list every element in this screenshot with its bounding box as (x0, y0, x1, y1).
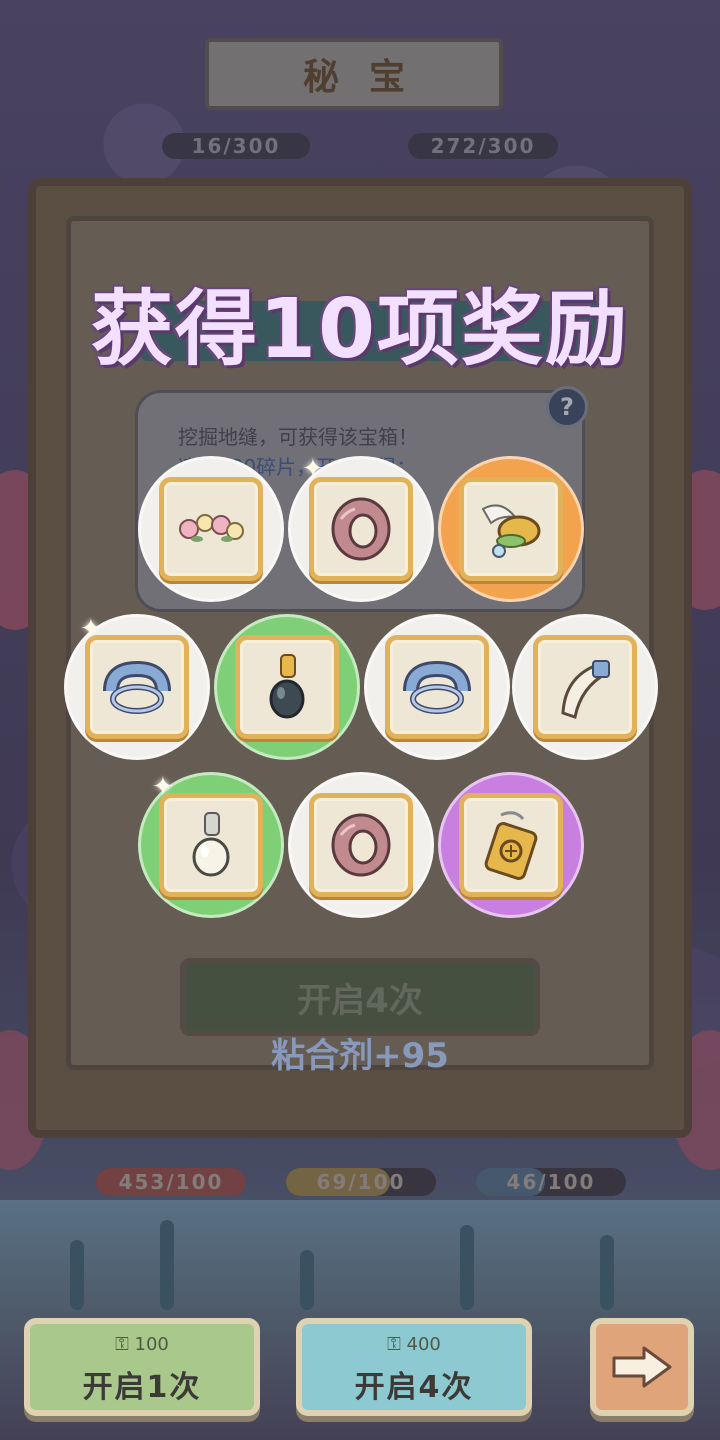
open-four-cost: ⚿ 400 (302, 1334, 526, 1355)
pink-ring-icon (331, 813, 391, 877)
cost-value: 100 (134, 1334, 169, 1355)
white-pearl-pendant-icon (192, 812, 230, 877)
reward-item[interactable] (438, 772, 584, 918)
pink-ring-icon (331, 497, 391, 561)
reward-item[interactable] (138, 456, 284, 602)
reward-card (533, 635, 637, 739)
reward-card (159, 477, 263, 581)
gold-amulet-icon (484, 811, 538, 880)
reward-title: 获得10项奖励 (90, 282, 630, 377)
next-button[interactable] (590, 1318, 694, 1416)
reward-item[interactable] (288, 772, 434, 918)
sparkle-icon: ✦ (80, 614, 102, 644)
blue-bracelet-icon (403, 660, 471, 714)
reward-item[interactable] (512, 614, 658, 760)
reward-card (309, 793, 413, 897)
cost-value: 400 (406, 1334, 441, 1355)
key-icon: ⚿ (115, 1334, 129, 1355)
reward-card (159, 793, 263, 897)
reward-card (85, 635, 189, 739)
sparkle-icon: ✦ (152, 772, 174, 802)
reward-card (459, 793, 563, 897)
tooth-charm-icon (561, 660, 610, 719)
open-once-button[interactable]: ⚿ 100 开启1次 (24, 1318, 260, 1416)
reward-item[interactable] (364, 614, 510, 760)
reward-card (235, 635, 339, 739)
reward-card (309, 477, 413, 581)
open-once-label: 开启1次 (82, 1370, 202, 1405)
open-once-cost: ⚿ 100 (30, 1334, 254, 1355)
key-icon: ⚿ (387, 1334, 401, 1355)
sparkle-icon: ✦ (302, 454, 324, 484)
open-four-button[interactable]: ⚿ 400 开启4次 (296, 1318, 532, 1416)
open-four-label: 开启4次 (354, 1370, 474, 1405)
reward-card (385, 635, 489, 739)
arrow-right-icon (612, 1346, 672, 1388)
reward-card (459, 477, 563, 581)
reward-item[interactable] (438, 456, 584, 602)
winged-helmet-icon (481, 504, 541, 558)
flower-crown-icon (179, 514, 244, 542)
blue-bracelet-icon (103, 660, 171, 714)
dark-pearl-pendant-icon (269, 654, 305, 719)
reward-item[interactable] (214, 614, 360, 760)
